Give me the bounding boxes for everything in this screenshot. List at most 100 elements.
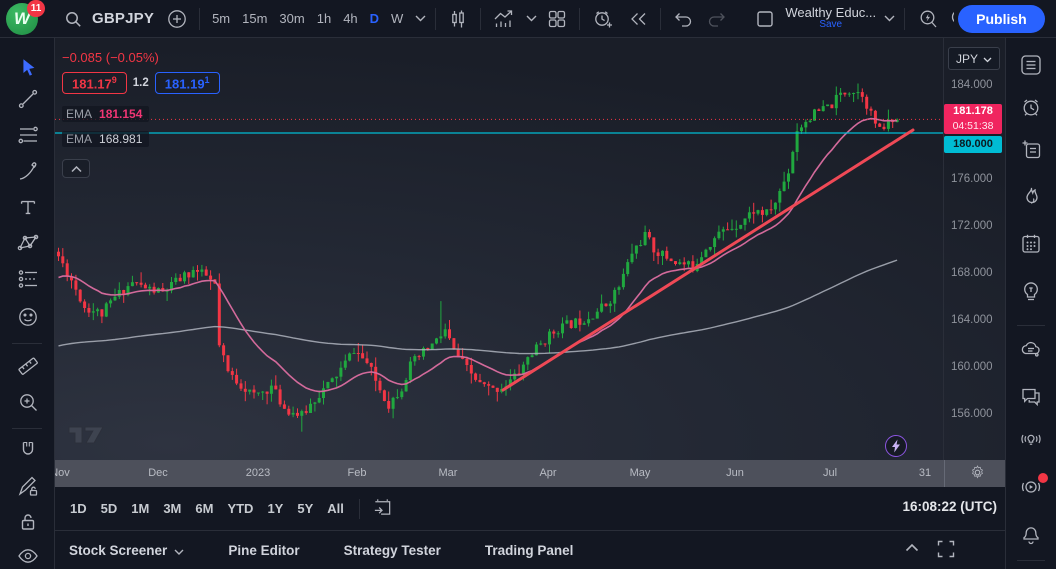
sidebar-minds[interactable] xyxy=(1014,335,1048,367)
panel-pine-editor[interactable]: Pine Editor xyxy=(228,543,299,558)
tool-ruler[interactable] xyxy=(11,351,45,383)
tool-draw-lock[interactable] xyxy=(11,471,45,503)
spread-value: 1.2 xyxy=(133,77,149,89)
indicators-button[interactable] xyxy=(487,5,521,33)
undo-button[interactable] xyxy=(667,5,699,33)
tool-magnet[interactable] xyxy=(11,435,45,467)
sidebar-streams-idea[interactable] xyxy=(1014,424,1048,456)
pattern-icon xyxy=(16,231,40,258)
range-ytd[interactable]: YTD xyxy=(220,496,260,521)
horizontal-line-price-label: 180.000 xyxy=(944,136,1002,153)
tool-position[interactable] xyxy=(11,264,45,296)
time-label-may: May xyxy=(630,467,651,479)
sidebar-watchlist[interactable] xyxy=(1014,50,1048,82)
timeframe-15m[interactable]: 15m xyxy=(236,5,273,33)
save-layout-checkbox-button[interactable] xyxy=(749,5,781,33)
clock-utc-label[interactable]: 16:08:22 (UTC) xyxy=(902,499,997,514)
layout-grid-button[interactable] xyxy=(541,5,573,33)
sell-bid-button[interactable]: 181.179 xyxy=(62,72,127,94)
alerts-clock-icon xyxy=(1018,94,1044,123)
chart-pane[interactable]: −0.085 (−0.05%) 181.179 1.2 181.191 EMA1… xyxy=(55,38,944,460)
timeframe-5m[interactable]: 5m xyxy=(206,5,236,33)
notification-count-badge: 11 xyxy=(27,0,45,17)
range-5d[interactable]: 5D xyxy=(94,496,125,521)
panel-expand-chevron-button[interactable] xyxy=(905,540,919,555)
tool-emoji[interactable] xyxy=(11,302,45,334)
timeframe-1h[interactable]: 1h xyxy=(311,5,337,33)
range-1m[interactable]: 1M xyxy=(124,496,156,521)
timeframe-30m[interactable]: 30m xyxy=(273,5,310,33)
time-label-2023: 2023 xyxy=(246,467,270,479)
sidebar-alerts-clock[interactable] xyxy=(1014,92,1048,124)
technicals-bolt-badge[interactable] xyxy=(885,435,907,457)
top-toolbar: W 11 GBPJPY 5m15m30m1h4hDW xyxy=(0,0,1056,38)
tool-trend-line[interactable] xyxy=(11,84,45,116)
currency-label: JPY xyxy=(956,52,978,66)
tool-fib-retracement[interactable] xyxy=(11,120,45,152)
range-all[interactable]: All xyxy=(320,496,351,521)
tool-zoom-in[interactable] xyxy=(11,387,45,419)
time-axis[interactable]: NovDec2023FebMarAprMayJunJul31 xyxy=(55,460,1005,487)
ema-slow-legend-row[interactable]: EMA168.981 xyxy=(62,131,149,147)
panel-stock-screener[interactable]: Stock Screener xyxy=(69,543,184,558)
sidebar-ideas[interactable] xyxy=(1014,276,1048,308)
watchlist-icon xyxy=(1018,52,1044,81)
redo-button[interactable] xyxy=(701,5,733,33)
tool-lock-all[interactable] xyxy=(11,507,45,539)
sidebar-notes[interactable] xyxy=(1014,134,1048,166)
ema-fast-legend-row[interactable]: EMA181.154 xyxy=(62,106,149,122)
price-tick: 160.000 xyxy=(951,361,993,373)
range-5y[interactable]: 5Y xyxy=(290,496,320,521)
price-scale-currency-button[interactable]: JPY xyxy=(948,47,1000,70)
price-tick: 168.000 xyxy=(951,267,993,279)
symbol-name[interactable]: GBPJPY xyxy=(90,5,159,33)
tool-cursor[interactable] xyxy=(11,52,45,84)
ideas-icon xyxy=(1018,278,1044,307)
price-scale[interactable]: JPY 184.000176.000172.000168.000164.0001… xyxy=(944,38,1005,460)
emoji-icon xyxy=(16,305,40,332)
tool-brush[interactable] xyxy=(11,156,45,188)
panel-trading-panel[interactable]: Trading Panel xyxy=(485,543,574,558)
timeframe-w[interactable]: W xyxy=(385,5,409,33)
fib-retracement-icon xyxy=(16,123,40,150)
layout-dropdown-chevron[interactable] xyxy=(880,5,898,33)
left-drawing-toolbar xyxy=(0,38,55,569)
indicators-dropdown-chevron[interactable] xyxy=(523,5,539,33)
range-3m[interactable]: 3M xyxy=(156,496,188,521)
user-menu-button[interactable]: W 11 xyxy=(6,2,50,36)
chevron-down-icon xyxy=(983,52,992,66)
range-6m[interactable]: 6M xyxy=(188,496,220,521)
tradingview-watermark-logo xyxy=(67,422,107,451)
panel-strategy-tester[interactable]: Strategy Tester xyxy=(344,543,441,558)
quick-search-button[interactable] xyxy=(911,5,945,33)
sidebar-calendar[interactable] xyxy=(1014,229,1048,261)
tool-hide-all[interactable] xyxy=(11,541,45,569)
chart-style-button[interactable] xyxy=(442,5,474,33)
range-1y[interactable]: 1Y xyxy=(260,496,290,521)
timeframe-4h[interactable]: 4h xyxy=(337,5,363,33)
tool-text[interactable] xyxy=(11,192,45,224)
publish-button[interactable]: Publish xyxy=(958,5,1045,33)
time-label-jun: Jun xyxy=(726,467,744,479)
bar-replay-button[interactable] xyxy=(622,5,654,33)
timeframe-d[interactable]: D xyxy=(364,5,385,33)
layout-name-menu[interactable]: Wealthy Educ... Save xyxy=(785,7,876,31)
chart-settings-gear-button[interactable] xyxy=(965,462,989,485)
legend-collapse-button[interactable] xyxy=(62,159,90,178)
buy-ask-button[interactable]: 181.191 xyxy=(155,72,220,94)
go-to-date-button[interactable] xyxy=(368,495,397,523)
tool-pattern[interactable] xyxy=(11,228,45,260)
fullscreen-button[interactable] xyxy=(937,540,955,561)
price-tick: 156.000 xyxy=(951,408,993,420)
sidebar-hotlists[interactable] xyxy=(1014,182,1048,214)
create-alert-button[interactable] xyxy=(586,5,620,33)
timeframe-dropdown-chevron[interactable] xyxy=(411,5,429,33)
camera-snapshot-icon-partial[interactable] xyxy=(947,6,954,31)
sidebar-chat[interactable] xyxy=(1014,381,1048,413)
range-1d[interactable]: 1D xyxy=(63,496,94,521)
symbol-search-button[interactable] xyxy=(58,5,88,33)
compare-add-symbol-button[interactable] xyxy=(161,5,193,33)
minds-icon xyxy=(1018,337,1044,366)
sidebar-notifications[interactable] xyxy=(1014,519,1048,551)
time-label-dec: Dec xyxy=(148,467,168,479)
